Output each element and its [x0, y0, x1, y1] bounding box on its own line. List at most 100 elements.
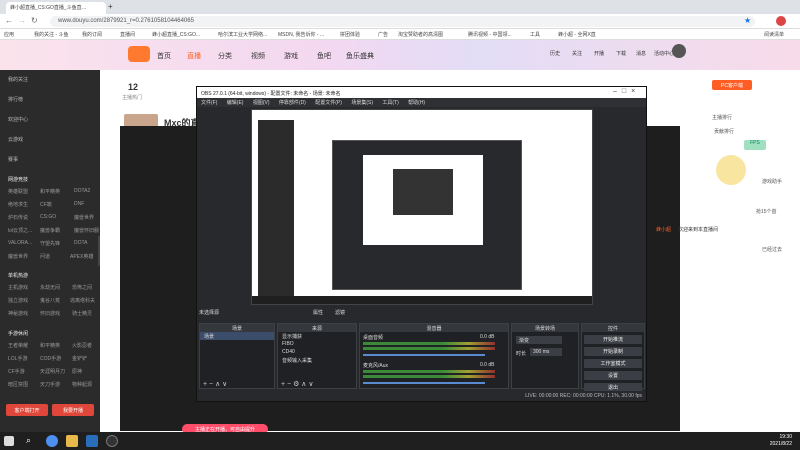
- nav-video[interactable]: 视频: [251, 51, 265, 61]
- bookmark[interactable]: 应用: [4, 31, 14, 38]
- nav-festival[interactable]: 鱼乐盛典: [346, 51, 374, 61]
- category-link[interactable]: 守望先锋: [40, 240, 60, 247]
- contrib-tab[interactable]: 贡献排行: [714, 128, 734, 135]
- user-avatar[interactable]: [672, 44, 686, 58]
- bookmark[interactable]: MSDN, 我告诉你 - ...: [278, 31, 324, 38]
- category-link[interactable]: 永劫无间: [40, 284, 60, 291]
- source-item[interactable]: 音频输入采集: [278, 356, 356, 364]
- category-link[interactable]: lol云顶之...: [8, 227, 32, 234]
- category-link[interactable]: DOTA2: [74, 188, 90, 194]
- transition-select[interactable]: 渐变: [516, 336, 562, 344]
- bookmark[interactable]: 淘宝赞助者的高清图: [398, 31, 443, 38]
- menu-edit[interactable]: 编辑(E): [227, 100, 244, 106]
- source-item[interactable]: 显示捕获: [278, 332, 356, 340]
- sidebar-item-follow[interactable]: 我的关注: [8, 76, 28, 83]
- category-link[interactable]: CS:GO: [40, 214, 56, 220]
- source-controls[interactable]: + − ⚙ ∧ ∨: [281, 380, 313, 388]
- nav-home[interactable]: 首页: [157, 51, 171, 61]
- category-link[interactable]: 问道: [40, 253, 50, 260]
- url-bar[interactable]: www.douyu.com/2879921_r=0.27610581044640…: [50, 16, 755, 27]
- start-streaming-button[interactable]: 开始推流: [584, 335, 642, 344]
- source-item[interactable]: FIBO: [278, 340, 356, 348]
- volume-slider[interactable]: [363, 382, 485, 384]
- volume-slider[interactable]: [363, 354, 485, 356]
- duration-input[interactable]: 300 ms: [530, 348, 562, 356]
- category-link[interactable]: 王者荣耀: [8, 342, 28, 349]
- browser-tab[interactable]: 蜂小超直播_CS:GO直播_斗鱼直…: [6, 2, 106, 14]
- category-link[interactable]: 炉石传说: [8, 214, 28, 221]
- open-client-button[interactable]: 客户端打开: [6, 404, 48, 416]
- category-link[interactable]: DOTA: [74, 240, 88, 246]
- start-stream-button[interactable]: 我要开播: [52, 404, 94, 416]
- obs-preview[interactable]: [251, 109, 593, 305]
- folder-icon[interactable]: [66, 435, 78, 447]
- scene-controls[interactable]: + − ∧ ∨: [203, 380, 227, 388]
- download-icon[interactable]: 下载: [616, 50, 626, 57]
- clock[interactable]: 19:30 2021/8/22: [770, 434, 792, 448]
- category-link[interactable]: 魔兽世界: [8, 253, 28, 260]
- category-link[interactable]: 主机游戏: [8, 284, 28, 291]
- bookmark[interactable]: 腾讯视频 - 中国领...: [468, 31, 512, 38]
- category-link[interactable]: LOL手游: [8, 355, 27, 362]
- side-button[interactable]: 抢15个首: [756, 208, 777, 215]
- category-link[interactable]: 逃离塔科夫: [70, 297, 95, 304]
- category-link[interactable]: 原神: [72, 368, 82, 375]
- forward-icon[interactable]: →: [18, 16, 26, 25]
- menu-view[interactable]: 视图(V): [253, 100, 270, 106]
- category-link[interactable]: 鬼谷八荒: [40, 297, 60, 304]
- back-icon[interactable]: ←: [5, 16, 13, 25]
- window-controls[interactable]: –□×: [613, 88, 640, 95]
- nav-live[interactable]: 直播: [187, 51, 201, 61]
- sidebar-item-esports[interactable]: 赛事: [8, 156, 18, 163]
- rank-tab[interactable]: 主播排行: [712, 114, 732, 121]
- category-link[interactable]: 暗区突围: [8, 381, 28, 388]
- activity-icon[interactable]: 活动中心: [654, 50, 674, 57]
- category-link[interactable]: 和平精英: [40, 342, 60, 349]
- category-link[interactable]: 天刀手游: [40, 381, 60, 388]
- category-link[interactable]: 金铲铲: [72, 355, 87, 362]
- broadcast-icon[interactable]: 开播: [594, 50, 604, 57]
- category-link[interactable]: 英雄联盟: [8, 188, 28, 195]
- bookmark[interactable]: 拼团体验: [340, 31, 360, 38]
- category-link[interactable]: 恐怖之间: [72, 284, 92, 291]
- category-link[interactable]: 独立游戏: [8, 297, 28, 304]
- bookmark[interactable]: 蜂小超直播_CS:GO...: [152, 31, 200, 38]
- steam-icon[interactable]: [86, 435, 98, 447]
- category-link[interactable]: 绝地求生: [8, 201, 28, 208]
- category-link[interactable]: COD手游: [40, 355, 61, 362]
- message-icon[interactable]: 消息: [636, 50, 646, 57]
- category-link[interactable]: 物种起源: [72, 381, 92, 388]
- settings-button[interactable]: 设置: [584, 371, 642, 380]
- start-recording-button[interactable]: 开始录制: [584, 347, 642, 356]
- history-icon[interactable]: 历史: [550, 50, 560, 57]
- sidebar-item-cloudgame[interactable]: 云游戏: [8, 136, 23, 143]
- nav-fishbar[interactable]: 鱼吧: [317, 51, 331, 61]
- category-link[interactable]: 魔兽怀旧服: [74, 227, 99, 234]
- obs-window[interactable]: OBS 27.0.1 (64-bit, windows) - 配置文件: 未命名…: [196, 86, 647, 402]
- bookmark[interactable]: 阅读清单: [764, 31, 784, 38]
- menu-tools[interactable]: 工具(T): [382, 100, 398, 106]
- category-link[interactable]: APEX英雄: [70, 253, 93, 260]
- bookmark-star-icon[interactable]: ★: [744, 16, 751, 25]
- menu-docks[interactable]: 停靠部件(D): [279, 100, 306, 106]
- pc-client-button[interactable]: PC客户端: [712, 80, 752, 90]
- nav-games[interactable]: 游戏: [284, 51, 298, 61]
- menu-help[interactable]: 帮助(H): [408, 100, 425, 106]
- category-link[interactable]: 天涯明月刀: [40, 368, 65, 375]
- filters-button[interactable]: 滤镜: [335, 309, 345, 316]
- category-link[interactable]: DNF: [74, 201, 84, 207]
- windows-start-icon[interactable]: [4, 436, 14, 446]
- obs-taskbar-icon[interactable]: [106, 435, 118, 447]
- douyu-logo[interactable]: [128, 46, 150, 62]
- menu-profile[interactable]: 配置文件(P): [315, 100, 342, 106]
- category-link[interactable]: 魔兽争霸: [40, 227, 60, 234]
- nav-category[interactable]: 分类: [218, 51, 232, 61]
- bookmark[interactable]: 工具: [530, 31, 540, 38]
- category-link[interactable]: CF端: [40, 201, 52, 208]
- profile-avatar[interactable]: [776, 16, 786, 26]
- category-link[interactable]: VALORA...: [8, 240, 32, 246]
- search-icon[interactable]: ⌕: [26, 435, 38, 447]
- menu-scenecollection[interactable]: 场景集(S): [351, 100, 373, 106]
- bookmark[interactable]: 直播间: [120, 31, 135, 38]
- new-tab-icon[interactable]: +: [108, 2, 113, 11]
